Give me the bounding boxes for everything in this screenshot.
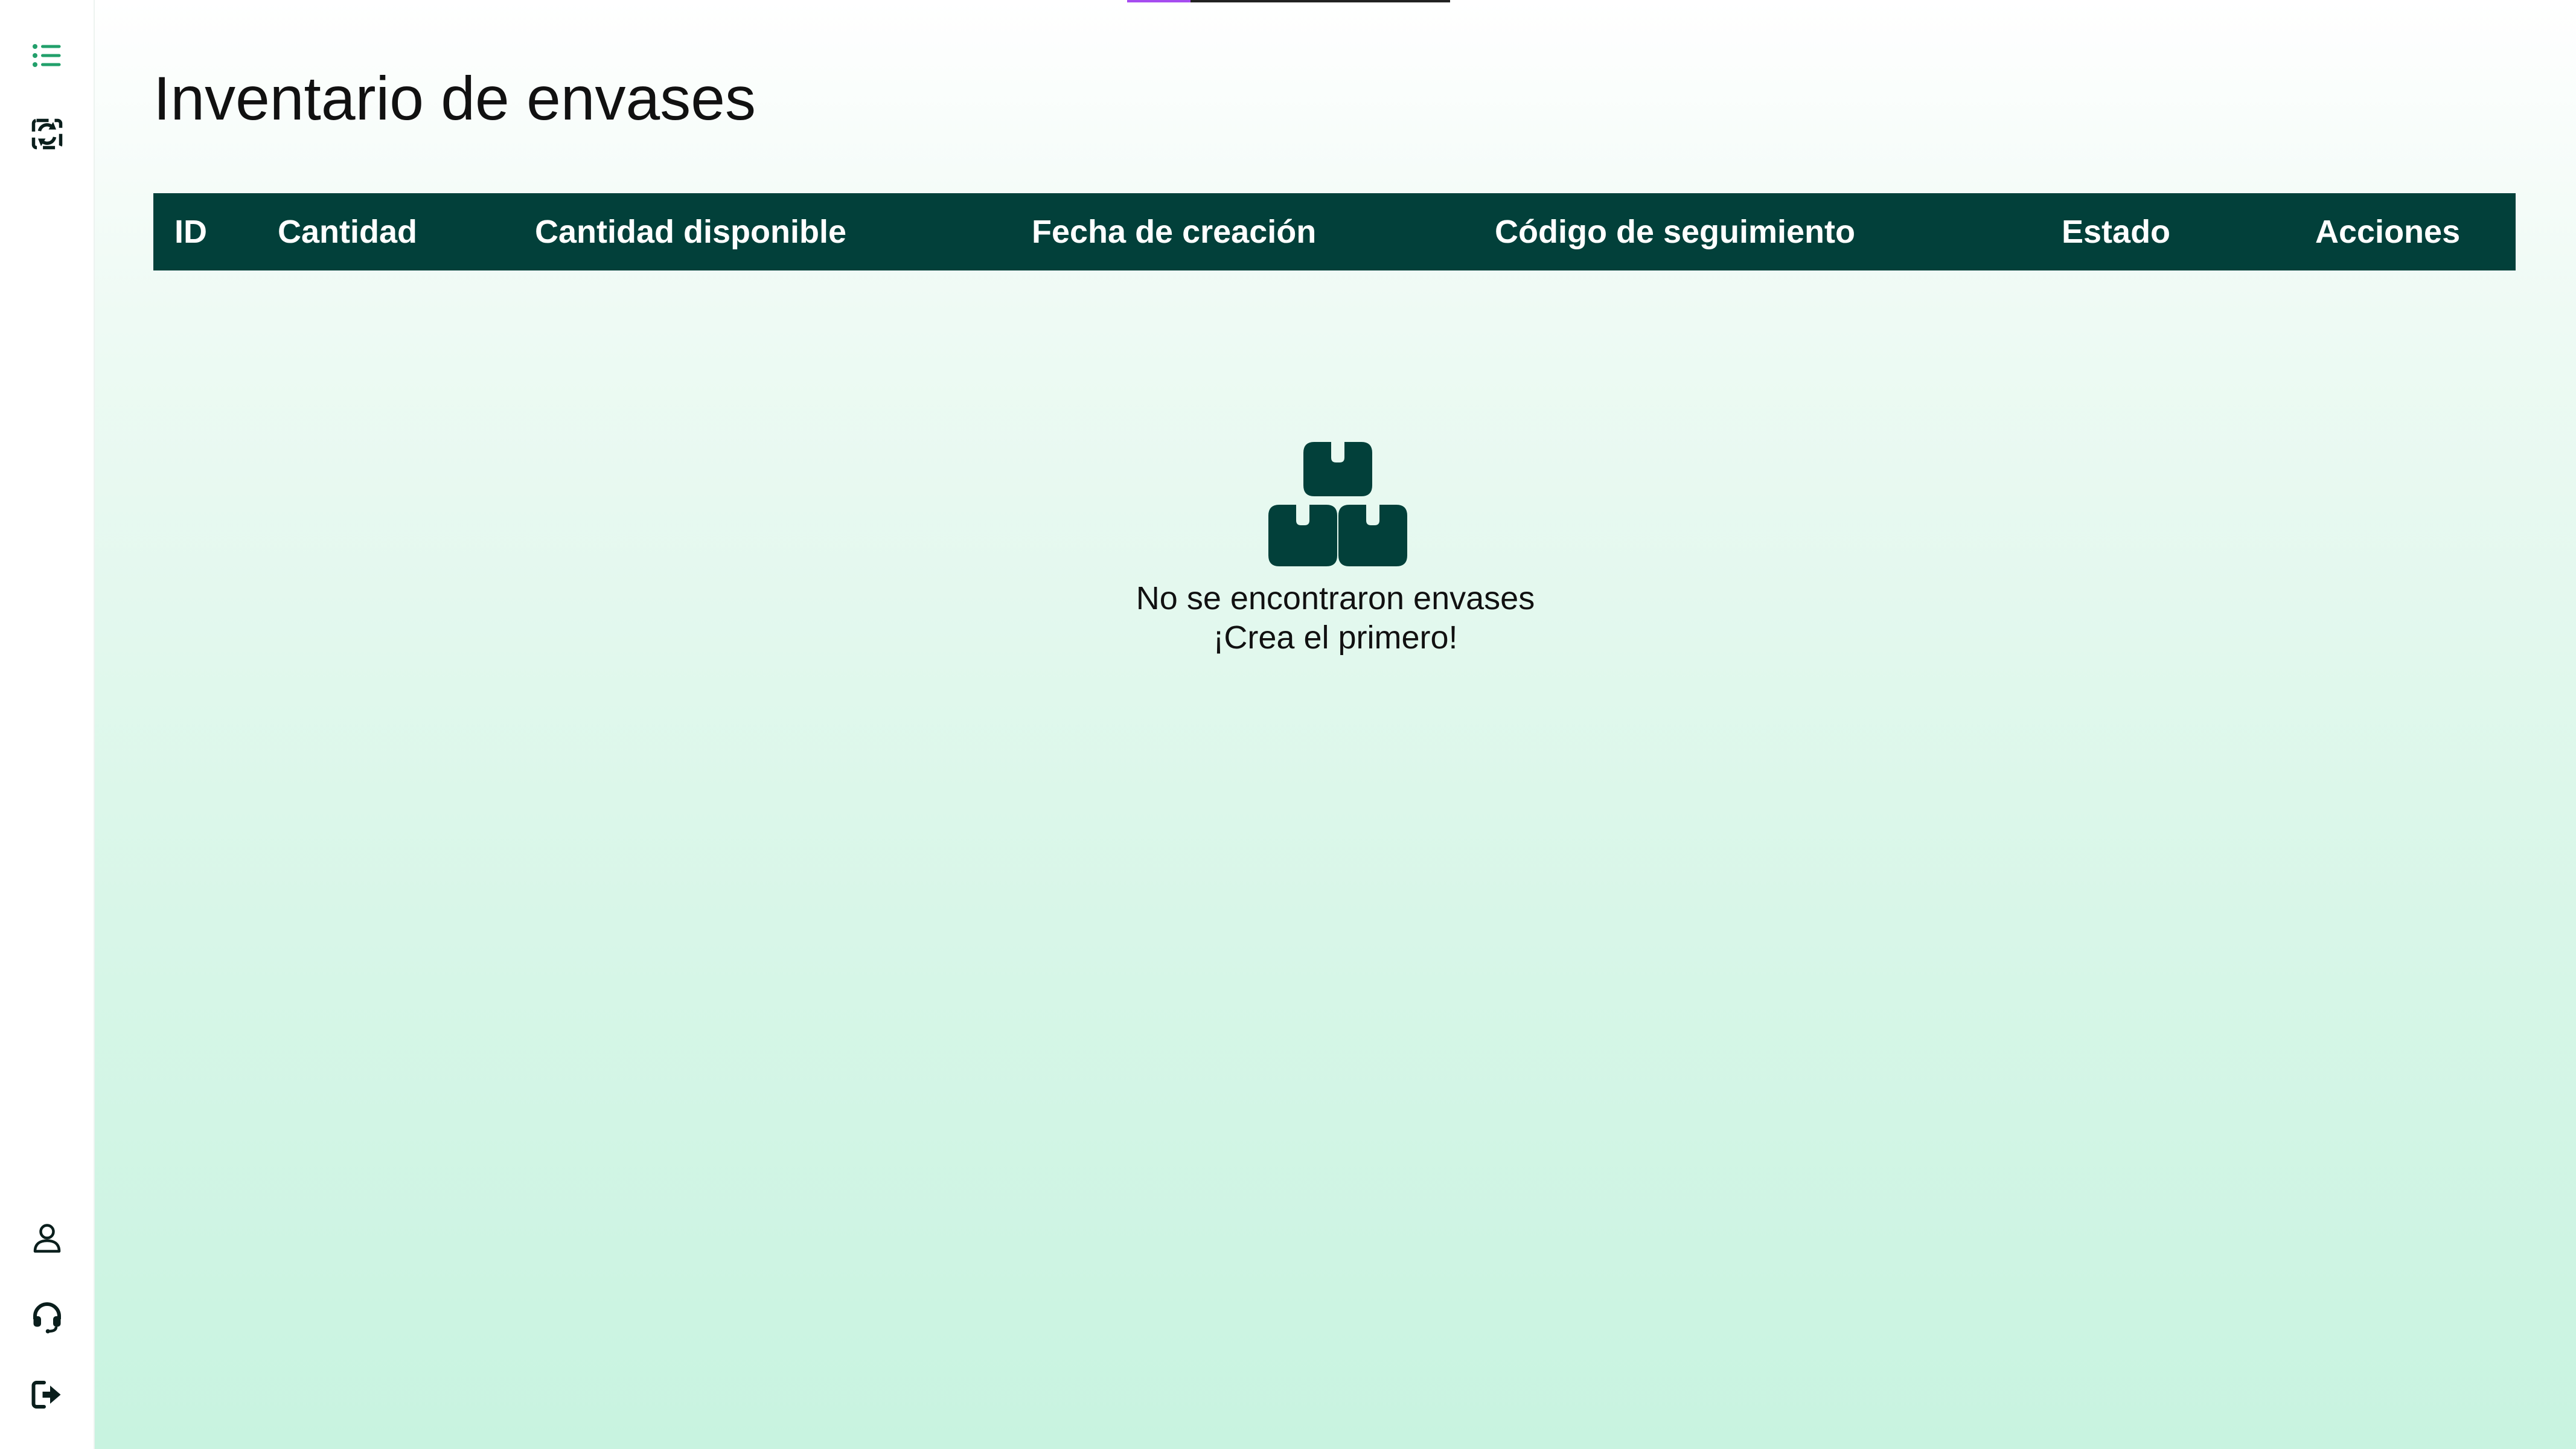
top-accent-highlight <box>1127 0 1191 2</box>
sync-icon <box>31 118 63 150</box>
user-icon <box>33 1224 61 1253</box>
column-header-cantidad: Cantidad <box>278 214 418 250</box>
empty-state-cta: ¡Crea el primero! <box>1213 619 1458 656</box>
column-header-estado: Estado <box>2062 214 2171 250</box>
sidebar-item-list[interactable] <box>23 31 71 80</box>
column-header-cantidad-disponible: Cantidad disponible <box>535 214 847 250</box>
logout-icon <box>31 1381 61 1409</box>
table-header: ID Cantidad Cantidad disponible Fecha de… <box>153 193 2516 270</box>
top-accent-bar <box>1127 0 1450 2</box>
boxes-icon <box>1268 442 1407 566</box>
sidebar-item-profile[interactable] <box>23 1214 71 1262</box>
sidebar-item-support[interactable] <box>23 1292 71 1340</box>
main-content: Inventario de envases ID Cantidad Cantid… <box>95 0 2576 1449</box>
column-header-id: ID <box>174 214 207 250</box>
empty-state-message: No se encontraron envases <box>1136 580 1535 616</box>
sidebar <box>0 0 95 1449</box>
page-title: Inventario de envases <box>153 64 756 133</box>
sidebar-item-logout[interactable] <box>23 1371 71 1419</box>
column-header-fecha-creacion: Fecha de creación <box>1032 214 1317 250</box>
list-icon <box>33 44 61 67</box>
sidebar-item-sync[interactable] <box>23 110 71 158</box>
column-header-acciones: Acciones <box>2315 214 2461 250</box>
column-header-codigo-seguimiento: Código de seguimiento <box>1495 214 1856 250</box>
headset-icon <box>33 1302 61 1334</box>
